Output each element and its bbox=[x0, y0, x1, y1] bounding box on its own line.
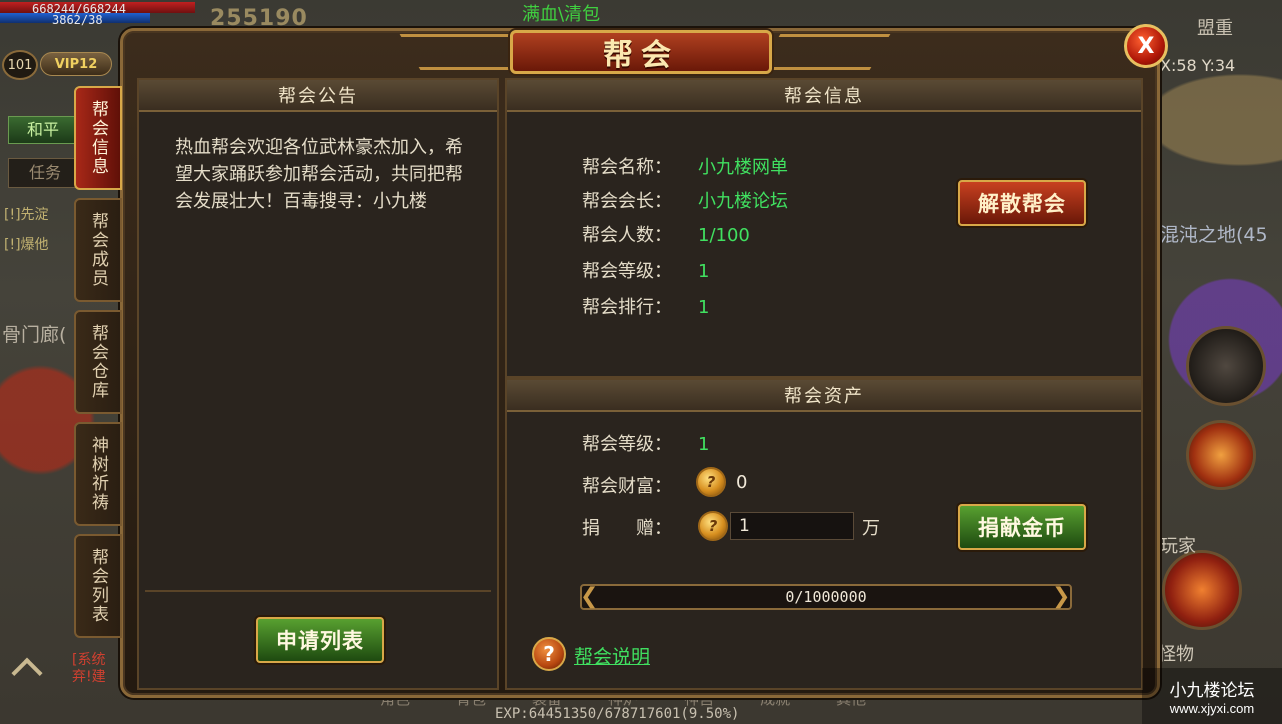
watermark: 小九楼论坛 www.xjyxi.com bbox=[1142, 668, 1282, 724]
guild-exp-progress: 0/1000000 bbox=[580, 584, 1072, 610]
tab-tree-prayer[interactable]: 神树祈祷 bbox=[74, 422, 122, 526]
chat-line: [!]先淀 bbox=[4, 207, 49, 223]
progress-left-ornament: ❮ bbox=[580, 584, 599, 609]
tab-guild-info[interactable]: 帮会信息 bbox=[74, 86, 122, 190]
watermark-title: 小九楼论坛 bbox=[1169, 681, 1255, 701]
asset-key: 帮会财富： bbox=[582, 476, 672, 497]
notice-panel: 帮会公告 热血帮会欢迎各位武林豪杰加入，希望大家踊跃参加帮会活动，共同把帮会发展… bbox=[137, 78, 499, 690]
wealth-value: 0 bbox=[736, 472, 748, 493]
info-row-members: 帮会人数： 1/100 bbox=[582, 221, 750, 247]
vip-badge[interactable]: VIP12 bbox=[40, 52, 112, 76]
exp-text: EXP:64451350/678717601(9.50%) bbox=[495, 706, 740, 722]
info-value: 小九楼网单 bbox=[698, 157, 788, 178]
donate-gold-button[interactable]: 捐献金币 bbox=[958, 504, 1086, 550]
info-row-name: 帮会名称： 小九楼网单 bbox=[582, 153, 788, 179]
asset-row-donate: 捐 赠： bbox=[582, 514, 698, 540]
title-ornament bbox=[759, 34, 891, 70]
watermark-url: www.xjyxi.com bbox=[1169, 701, 1255, 716]
hp-mp-bars: 668244/668244 3862/38 bbox=[0, 0, 195, 27]
info-value: 1 bbox=[698, 261, 710, 282]
guild-help-link[interactable]: 帮会说明 bbox=[574, 642, 650, 669]
progress-text: 0/1000000 bbox=[785, 588, 867, 606]
chat-line: [!]爆他 bbox=[4, 237, 49, 253]
tab-guild-members[interactable]: 帮会成员 bbox=[74, 198, 122, 302]
info-key: 帮会名称： bbox=[582, 157, 672, 178]
info-key: 帮会排行： bbox=[582, 297, 672, 318]
player-level: 101 bbox=[2, 50, 38, 80]
asset-key: 帮会等级： bbox=[582, 434, 672, 455]
info-row-rank: 帮会排行： 1 bbox=[582, 293, 709, 319]
info-panel-header: 帮会信息 bbox=[507, 80, 1141, 112]
task-button[interactable]: 任务 bbox=[8, 158, 78, 188]
gold-coin-icon: ? bbox=[698, 511, 728, 541]
zone-label: 混沌之地(45 bbox=[1160, 224, 1268, 246]
apply-list-button[interactable]: 申请列表 bbox=[256, 617, 384, 663]
help-icon[interactable]: ? bbox=[532, 637, 566, 671]
notice-panel-header: 帮会公告 bbox=[139, 80, 497, 112]
gold-coin-icon: ? bbox=[696, 467, 726, 497]
asset-row-level: 帮会等级： 1 bbox=[582, 430, 709, 456]
system-chat: [系统 弃!建 bbox=[72, 652, 106, 686]
system-chat-line: 弃!建 bbox=[72, 669, 106, 685]
asset-value: 1 bbox=[698, 434, 710, 455]
info-value: 1 bbox=[698, 297, 710, 318]
top-notice: 满血\清包 bbox=[522, 4, 601, 25]
map-label-left: 骨门廊( bbox=[2, 324, 67, 346]
info-value: 1/100 bbox=[698, 225, 750, 246]
info-key: 帮会等级： bbox=[582, 261, 672, 282]
donate-amount-input[interactable] bbox=[730, 512, 854, 540]
system-chat-line: [系统 bbox=[72, 652, 106, 668]
disband-guild-button[interactable]: 解散帮会 bbox=[958, 180, 1086, 226]
dialog-title-text: 帮会 bbox=[603, 38, 679, 73]
skill-fire-icon[interactable] bbox=[1186, 420, 1256, 490]
attack-button-icon[interactable] bbox=[1162, 550, 1242, 630]
mp-text: 3862/38 bbox=[52, 13, 103, 27]
info-key: 帮会会长： bbox=[582, 191, 672, 212]
tab-guild-list[interactable]: 帮会列表 bbox=[74, 534, 122, 638]
monster-target-label[interactable]: 怪物 bbox=[1158, 640, 1194, 666]
asset-row-wealth: 帮会财富： bbox=[582, 472, 698, 498]
progress-right-ornament: ❯ bbox=[1052, 584, 1071, 609]
donate-unit: 万 bbox=[862, 518, 880, 539]
map-coords: X:58 Y:34 bbox=[1160, 56, 1236, 75]
pk-mode-button[interactable]: 和平 bbox=[8, 116, 78, 144]
close-button[interactable]: X bbox=[1124, 24, 1168, 68]
info-row-leader: 帮会会长： 小九楼论坛 bbox=[582, 187, 788, 213]
info-row-level: 帮会等级： 1 bbox=[582, 257, 709, 283]
info-value: 小九楼论坛 bbox=[698, 191, 788, 212]
divider bbox=[145, 590, 491, 592]
notice-text: 热血帮会欢迎各位武林豪杰加入，希望大家踊跃参加帮会活动，共同把帮会发展壮大！百毒… bbox=[175, 137, 463, 212]
dialog-title: 帮会 bbox=[510, 30, 772, 74]
asset-panel-header: 帮会资产 bbox=[507, 380, 1141, 412]
map-name: 盟重 bbox=[1197, 18, 1233, 39]
player-target-label[interactable]: 玩家 bbox=[1160, 532, 1196, 558]
info-key: 帮会人数： bbox=[582, 225, 672, 246]
tab-guild-warehouse[interactable]: 帮会仓库 bbox=[74, 310, 122, 414]
asset-key: 捐 赠： bbox=[582, 518, 672, 539]
skill-slot-icon[interactable] bbox=[1186, 326, 1266, 406]
close-icon: X bbox=[1137, 33, 1155, 59]
